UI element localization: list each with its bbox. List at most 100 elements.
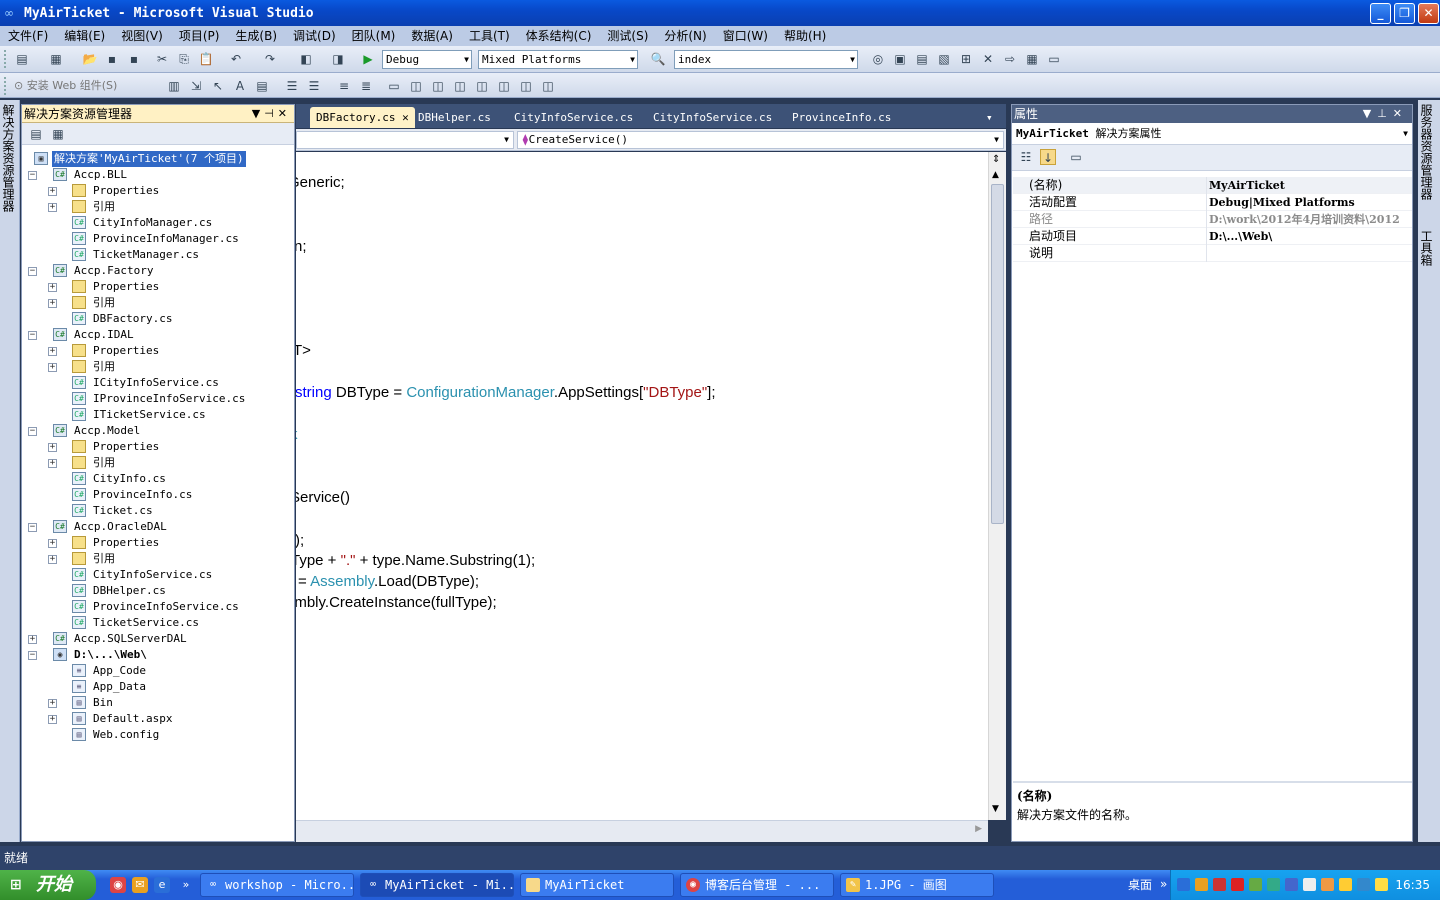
left-dock-tab[interactable]: 解决方案资源管理器 (0, 100, 20, 842)
format-icon[interactable]: ▥ (166, 78, 182, 94)
tray-app-icon[interactable] (1321, 878, 1334, 891)
expand-icon[interactable]: + (48, 203, 57, 212)
chrome-icon[interactable]: ◉ (110, 877, 126, 893)
redo-icon[interactable]: ↷ (262, 51, 278, 67)
tray-app-icon[interactable] (1195, 878, 1208, 891)
minimize-button[interactable]: _ (1370, 3, 1391, 24)
font-size-icon[interactable]: A (232, 78, 248, 94)
close-tab-icon[interactable]: ✕ (402, 111, 409, 124)
toolbox-icon[interactable]: ⊞ (958, 51, 974, 67)
toolbar-grip[interactable] (4, 77, 7, 95)
expand-icon[interactable]: + (48, 459, 57, 468)
properties-icon[interactable]: ▤ (28, 126, 44, 142)
network-icon[interactable] (1357, 878, 1370, 891)
scroll-right-icon[interactable]: ▶ (975, 824, 982, 834)
cut-icon[interactable]: ✂ (154, 51, 170, 67)
taskbar-button-blog-admin[interactable]: ◉ 博客后台管理 - ... (680, 873, 834, 897)
navigate-backward-icon[interactable]: ◧ (298, 51, 314, 67)
editor-vertical-scrollbar[interactable]: ⇕ ▲ ▼ (988, 152, 1006, 820)
solution-explorer-icon[interactable]: ▣ (892, 51, 908, 67)
tools-icon[interactable]: ✕ (980, 51, 996, 67)
add-item-icon[interactable]: ▦ (48, 51, 64, 67)
next-bookmark-folder-icon[interactable]: ◫ (474, 78, 490, 94)
type-dropdown[interactable]: ▼ (296, 131, 514, 149)
expand-icon[interactable]: + (48, 283, 57, 292)
prev-bookmark-icon[interactable]: ◫ (408, 78, 424, 94)
expand-icon[interactable]: + (48, 347, 57, 356)
taskbar-button-myairticket-vs[interactable]: ∞ MyAirTicket - Mi... (360, 873, 514, 897)
scroll-thumb[interactable] (991, 184, 1004, 524)
install-web-components-button[interactable]: ⊙ 安装 Web 组件(S) (14, 78, 134, 94)
find-in-files-icon[interactable]: 🔍 (650, 51, 666, 67)
menu-analyze[interactable]: 分析(N) (656, 26, 714, 46)
solution-platform-select[interactable]: Mixed Platforms ▼ (478, 50, 638, 69)
restore-button[interactable]: ❐ (1394, 3, 1415, 24)
property-row[interactable]: (名称) MyAirTicket (1013, 177, 1412, 194)
pin-icon[interactable]: ⊣ (264, 107, 278, 120)
properties-window-icon[interactable]: ▤ (914, 51, 930, 67)
quicklaunch-more-icon[interactable]: » (178, 877, 194, 893)
next-bookmark-doc-icon[interactable]: ◫ (518, 78, 534, 94)
alphabetical-icon[interactable]: ↓ (1040, 149, 1056, 165)
menu-window[interactable]: 窗口(W) (715, 26, 776, 46)
tray-back-icon[interactable] (1177, 878, 1190, 891)
next-bookmark-icon[interactable]: ◫ (430, 78, 446, 94)
tab-cityinfoservice-2[interactable]: CityInfoService.cs (647, 107, 778, 128)
menu-build[interactable]: 生成(B) (227, 26, 285, 46)
tray-app-icon[interactable] (1285, 878, 1298, 891)
expand-icon[interactable]: + (48, 555, 57, 564)
internet-explorer-icon[interactable]: e (154, 877, 170, 893)
collapse-icon[interactable]: − (28, 171, 37, 180)
menu-data[interactable]: 数据(A) (403, 26, 461, 46)
categorized-icon[interactable]: ☷ (1018, 149, 1034, 165)
copy-icon[interactable]: ⎘ (176, 51, 192, 67)
new-project-icon[interactable]: ▤ (14, 51, 30, 67)
bookmark-icon[interactable]: ▭ (386, 78, 402, 94)
close-panel-icon[interactable]: ✕ (1393, 107, 1408, 120)
collapse-icon[interactable]: − (28, 331, 37, 340)
tab-cityinfoservice-1[interactable]: CityInfoService.cs (508, 107, 639, 128)
menu-project[interactable]: 项目(P) (171, 26, 228, 46)
tray-app-icon[interactable] (1339, 878, 1352, 891)
toolbox-dock-tab[interactable]: 工具箱 (1418, 226, 1435, 266)
find-combo[interactable]: index ▼ (674, 50, 858, 69)
menu-edit[interactable]: 编辑(E) (56, 26, 113, 46)
object-browser-icon[interactable]: ▧ (936, 51, 952, 67)
menu-help[interactable]: 帮助(H) (776, 26, 834, 46)
object-selector[interactable]: MyAirTicket 解决方案属性 ▼ (1012, 123, 1412, 145)
scroll-down-icon[interactable]: ▼ (992, 804, 999, 814)
start-debugging-icon[interactable]: ▶ (360, 51, 376, 67)
collapse-icon[interactable]: − (28, 523, 37, 532)
extension-manager-icon[interactable]: ▦ (1024, 51, 1040, 67)
property-row[interactable]: 说明 (1013, 245, 1412, 262)
menu-file[interactable]: 文件(F) (0, 26, 56, 46)
collapse-icon[interactable]: − (28, 267, 37, 276)
dropdown-icon[interactable]: ▼ (252, 107, 264, 120)
dropdown-icon[interactable]: ▼ (1363, 107, 1377, 120)
menu-tools[interactable]: 工具(T) (461, 26, 518, 46)
layout-icon[interactable]: ▤ (254, 78, 270, 94)
menu-test[interactable]: 测试(S) (599, 26, 656, 46)
pin-icon[interactable]: ⊥ (1377, 107, 1393, 120)
save-icon[interactable]: ▪ (104, 51, 120, 67)
indent-icon[interactable]: ☰ (284, 78, 300, 94)
tray-app-icon[interactable] (1231, 878, 1244, 891)
save-all-icon[interactable]: ▪ (126, 51, 142, 67)
prev-bookmark-folder-icon[interactable]: ◫ (452, 78, 468, 94)
open-file-icon[interactable]: 📂 (82, 51, 98, 67)
mail-icon[interactable]: ✉ (132, 877, 148, 893)
property-row[interactable]: 启动项目 D:\...\Web\ (1013, 228, 1412, 245)
server-explorer-dock-tab[interactable]: 服务器资源管理器 (1418, 100, 1435, 220)
tray-app-icon[interactable] (1303, 878, 1316, 891)
toolbar-grip[interactable] (4, 50, 7, 68)
toolbar-more-icon[interactable]: » (1160, 870, 1167, 898)
prev-bookmark-doc-icon[interactable]: ◫ (496, 78, 512, 94)
show-all-files-icon[interactable]: ▦ (50, 126, 66, 142)
start-page-icon[interactable]: ⇨ (1002, 51, 1018, 67)
expand-icon[interactable]: + (28, 635, 37, 644)
tab-list-dropdown-icon[interactable]: ▾ (986, 107, 993, 128)
uncomment-icon[interactable]: ≣ (358, 78, 374, 94)
tray-app-icon[interactable] (1249, 878, 1262, 891)
collapse-icon[interactable]: − (28, 427, 37, 436)
expand-icon[interactable]: + (48, 443, 57, 452)
